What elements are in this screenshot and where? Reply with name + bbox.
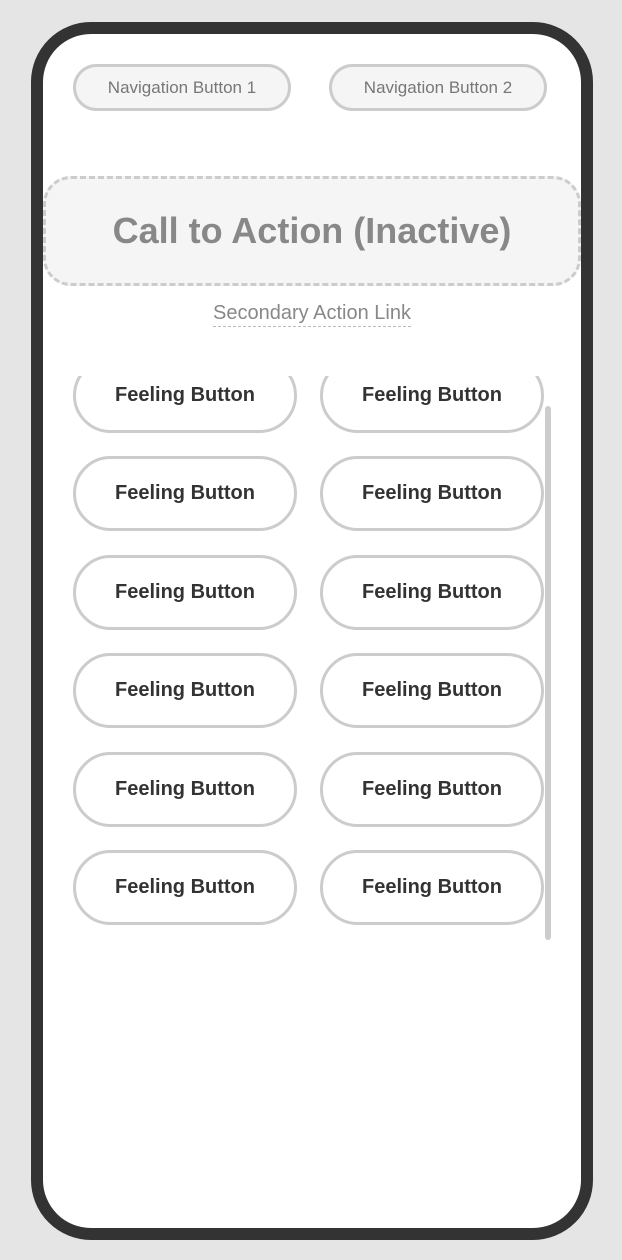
phone-frame: Navigation Button 1 Navigation Button 2 … xyxy=(31,22,593,1240)
secondary-action-row: Secondary Action Link xyxy=(43,302,581,327)
feeling-button[interactable]: Feeling Button xyxy=(73,752,297,827)
feeling-button[interactable]: Feeling Button xyxy=(73,376,297,433)
feeling-button[interactable]: Feeling Button xyxy=(73,456,297,531)
secondary-action-link[interactable]: Secondary Action Link xyxy=(213,302,411,327)
feeling-button[interactable]: Feeling Button xyxy=(73,653,297,728)
feeling-button[interactable]: Feeling Button xyxy=(73,555,297,630)
feeling-button[interactable]: Feeling Button xyxy=(320,376,544,433)
feeling-button[interactable]: Feeling Button xyxy=(320,653,544,728)
feelings-scroll-area[interactable]: Feeling Button Feeling Button Feeling Bu… xyxy=(43,376,581,942)
feeling-button[interactable]: Feeling Button xyxy=(320,555,544,630)
navigation-button-1[interactable]: Navigation Button 1 xyxy=(73,64,291,111)
scrollbar[interactable] xyxy=(545,406,551,940)
feeling-button[interactable]: Feeling Button xyxy=(73,850,297,925)
navigation-button-2[interactable]: Navigation Button 2 xyxy=(329,64,547,111)
feeling-button[interactable]: Feeling Button xyxy=(320,456,544,531)
feeling-button[interactable]: Feeling Button xyxy=(320,850,544,925)
feeling-button[interactable]: Feeling Button xyxy=(320,752,544,827)
call-to-action-button[interactable]: Call to Action (Inactive) xyxy=(43,176,581,286)
